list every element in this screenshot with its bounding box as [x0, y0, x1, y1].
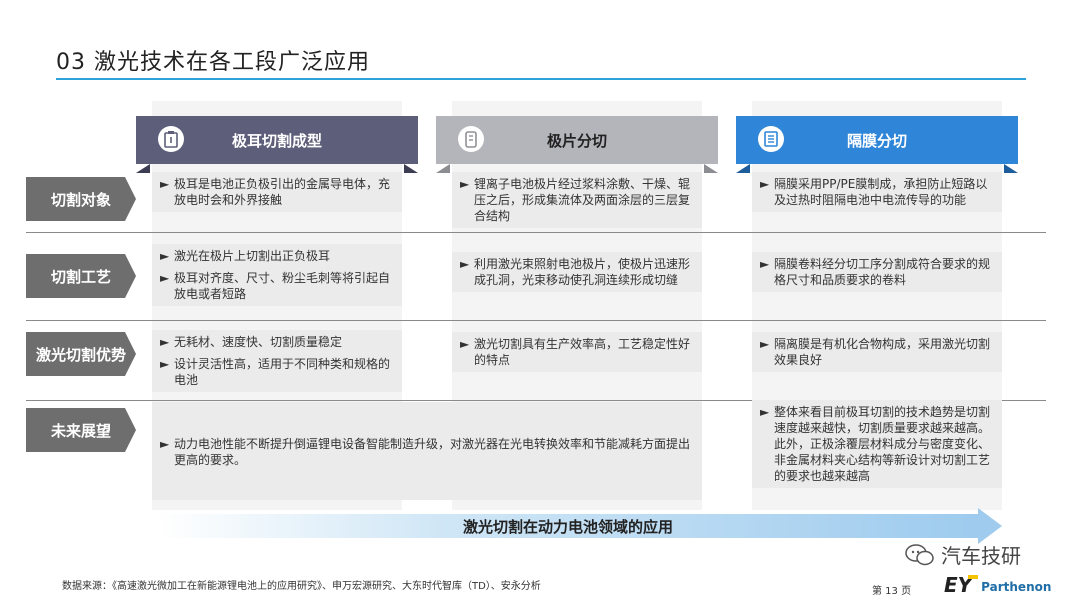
- column-header-label: 极耳切割成型: [231, 131, 322, 150]
- bullet-arrow-icon: ►: [760, 257, 770, 271]
- cell-cut-object-tab: ► 极耳是电池正负极引出的金属导电体，充放电时会和外界接触: [152, 172, 402, 212]
- bullet-arrow-icon: ►: [460, 337, 470, 351]
- bullet-arrow-icon: ►: [760, 337, 770, 351]
- list-item: ► 设计灵活性高，适用于不同种类和规格的电池: [160, 357, 391, 387]
- application-arrow-label: 激光切割在动力电池领域的应用: [462, 517, 673, 536]
- list-item: ► 隔膜卷料经分切工序分割成符合要求的规格尺寸和品质要求的卷料: [760, 257, 991, 287]
- cell-cut-object-electrode: ► 锂离子电池极片经过浆料涂敷、干燥、辊压之后，形成集流体及两面涂层的三层复合结构: [452, 172, 702, 228]
- brand-logo: EY Parthenon: [944, 573, 1051, 597]
- list-item: ► 动力电池性能不断提升倒逼锂电设备智能制造升级，对激光器在光电转换效率和节能减耗…: [160, 437, 691, 467]
- list-item: ► 极耳是电池正负极引出的金属导电体，充放电时会和外界接触: [160, 177, 391, 207]
- header-fold: [436, 164, 450, 173]
- list-item: ► 极耳对齐度、尺寸、粉尘毛刺等将引起自放电或者短路: [160, 271, 391, 301]
- tab-cutting-icon: [158, 126, 184, 152]
- cell-advantage-separator: ► 隔离膜是有机化合物构成，采用激光切割效果良好: [752, 332, 1002, 372]
- cell-cut-process-electrode: ► 利用激光束照射电池极片，使极片迅速形成孔洞，光束移动使孔洞连续形成切缝: [452, 252, 702, 292]
- ey-beam-icon: [968, 575, 979, 579]
- cell-cut-process-tab: ► 激光在极片上切割出正负极耳 ► 极耳对齐度、尺寸、粉尘毛刺等将引起自放电或者短路: [152, 244, 402, 306]
- cell-advantage-tab: ► 无耗材、速度快、切割质量稳定 ► 设计灵活性高，适用于不同种类和规格的电池: [152, 330, 402, 392]
- watermark: 汽车技研: [905, 540, 1021, 569]
- bullet-arrow-icon: ►: [460, 177, 470, 191]
- bullet-arrow-icon: ►: [160, 249, 170, 263]
- bullet-arrow-icon: ►: [460, 257, 470, 271]
- header-fold: [1004, 164, 1018, 173]
- list-item: ► 隔膜采用PP/PE膜制成，承担防止短路以及过热时阻隔电池中电流传导的功能: [760, 177, 988, 207]
- list-item: ► 激光在极片上切割出正负极耳: [160, 249, 331, 263]
- bullet-arrow-icon: ►: [160, 271, 170, 285]
- header-fold: [136, 164, 150, 173]
- cell-outlook-wide: ► 动力电池性能不断提升倒逼锂电设备智能制造升级，对激光器在光电转换效率和节能减耗…: [152, 402, 702, 500]
- row-label-outlook: 未来展望: [26, 408, 136, 452]
- cell-advantage-electrode: ► 激光切割具有生产效率高，工艺稳定性好的特点: [452, 332, 702, 372]
- application-arrow: 激光切割在动力电池领域的应用: [158, 514, 978, 538]
- title-divider: [56, 78, 1026, 80]
- bullet-arrow-icon: ►: [160, 177, 170, 191]
- column-header-tab-cutting: 极耳切割成型: [136, 116, 418, 173]
- row-label-cut-process: 切割工艺: [26, 254, 136, 298]
- column-header-label: 隔膜分切: [846, 131, 907, 150]
- list-item: ► 整体来看目前极耳切割的技术趋势是切割速度越来越快，切割质量要求越来越高。此外，…: [760, 405, 991, 483]
- bullet-arrow-icon: ►: [160, 335, 170, 349]
- column-header-label: 极片分切: [546, 131, 607, 150]
- list-item: ► 激光切割具有生产效率高，工艺稳定性好的特点: [460, 337, 691, 367]
- brand-name: Parthenon: [981, 580, 1052, 594]
- list-item: ► 利用激光束照射电池极片，使极片迅速形成孔洞，光束移动使孔洞连续形成切缝: [460, 257, 691, 287]
- page-title: 03 激光技术在各工段广泛应用: [56, 50, 370, 75]
- arrow-head-icon: [978, 508, 1002, 544]
- header-fold: [704, 164, 718, 173]
- data-source: 数据来源：《高速激光微加工在新能源锂电池上的应用研究》、申万宏源研究、大东时代智…: [62, 581, 541, 592]
- row-divider: [26, 232, 1046, 233]
- list-item: ► 锂离子电池极片经过浆料涂敷、干燥、辊压之后，形成集流体及两面涂层的三层复合结构: [460, 177, 691, 223]
- bullet-arrow-icon: ►: [160, 357, 170, 371]
- separator-slitting-icon: [758, 126, 784, 152]
- header-fold: [736, 164, 750, 173]
- row-label-laser-advantage: 激光切割优势: [26, 332, 136, 376]
- watermark-text: 汽车技研: [941, 544, 1021, 568]
- electrode-slitting-icon: [458, 126, 484, 152]
- header-fold: [404, 164, 418, 173]
- column-header-electrode-slitting: 极片分切: [436, 116, 718, 173]
- page-number: 第 13 页: [872, 586, 912, 597]
- row-label-cut-object: 切割对象: [26, 177, 136, 221]
- wechat-icon: [905, 543, 934, 565]
- bullet-arrow-icon: ►: [160, 437, 170, 451]
- bullet-arrow-icon: ►: [760, 405, 770, 419]
- column-header-separator-slitting: 隔膜分切: [736, 116, 1018, 173]
- cell-outlook-separator: ► 整体来看目前极耳切割的技术趋势是切割速度越来越快，切割质量要求越来越高。此外，…: [752, 400, 1002, 488]
- cell-cut-object-separator: ► 隔膜采用PP/PE膜制成，承担防止短路以及过热时阻隔电池中电流传导的功能: [752, 172, 1002, 212]
- list-item: ► 隔离膜是有机化合物构成，采用激光切割效果良好: [760, 337, 991, 367]
- row-divider: [26, 320, 1046, 321]
- bullet-arrow-icon: ►: [760, 177, 770, 191]
- list-item: ► 无耗材、速度快、切割质量稳定: [160, 335, 343, 349]
- cell-cut-process-separator: ► 隔膜卷料经分切工序分割成符合要求的规格尺寸和品质要求的卷料: [752, 252, 1002, 292]
